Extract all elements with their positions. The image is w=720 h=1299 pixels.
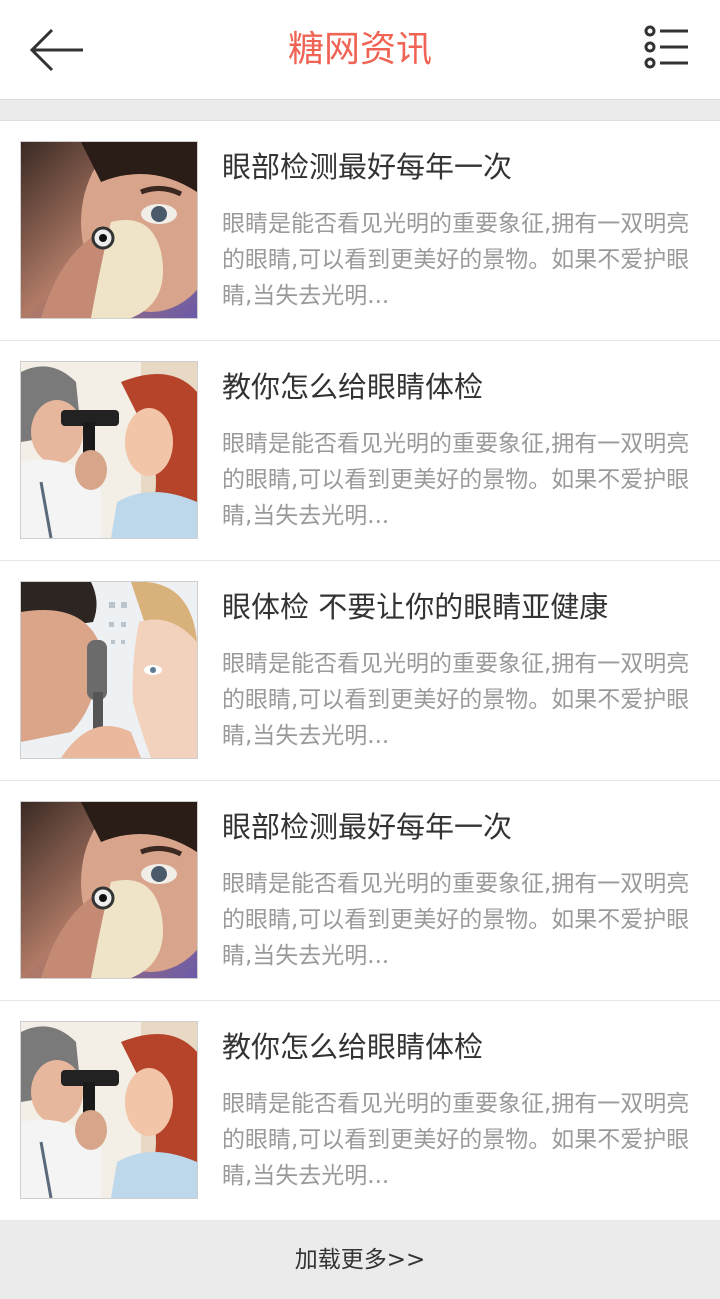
article-summary: 眼睛是能否看见光明的重要象征,拥有一双明亮的眼睛,可以看到更美好的景物。如果不爱… (222, 871, 690, 969)
eye-exam-closeup-photo (21, 142, 197, 318)
article-thumbnail (20, 801, 198, 979)
article-summary: 眼睛是能否看见光明的重要象征,拥有一双明亮的眼睛,可以看到更美好的景物。如果不爱… (222, 431, 690, 529)
section-divider (0, 100, 720, 121)
top-navigation-bar: 糖网资讯 (0, 0, 720, 100)
article-summary: 眼睛是能否看见光明的重要象征,拥有一双明亮的眼睛,可以看到更美好的景物。如果不爱… (222, 651, 690, 749)
doctor-examining-woman-eye-photo (21, 1022, 197, 1198)
menu-button[interactable] (644, 24, 690, 70)
article-item[interactable]: 眼部检测最好每年一次 眼睛是能否看见光明的重要象征,拥有一双明亮的眼睛,可以看到… (0, 781, 720, 1001)
article-thumbnail (20, 581, 198, 759)
doctor-examining-woman-eye-photo (21, 362, 197, 538)
article-thumbnail (20, 141, 198, 319)
article-summary: 眼睛是能否看见光明的重要象征,拥有一双明亮的眼睛,可以看到更美好的景物。如果不爱… (222, 1091, 690, 1189)
article-item[interactable]: 教你怎么给眼睛体检 眼睛是能否看见光明的重要象征,拥有一双明亮的眼睛,可以看到更… (0, 1001, 720, 1221)
list-menu-icon (644, 25, 688, 69)
article-thumbnail (20, 1021, 198, 1199)
article-title[interactable]: 教你怎么给眼睛体检 (222, 1027, 700, 1067)
article-item[interactable]: 教你怎么给眼睛体检 眼睛是能否看见光明的重要象征,拥有一双明亮的眼睛,可以看到更… (0, 341, 720, 561)
article-item[interactable]: 眼部检测最好每年一次 眼睛是能否看见光明的重要象征,拥有一双明亮的眼睛,可以看到… (0, 121, 720, 341)
page-title: 糖网资讯 (287, 29, 432, 70)
article-title[interactable]: 眼部检测最好每年一次 (222, 147, 700, 187)
article-title[interactable]: 眼部检测最好每年一次 (222, 807, 700, 847)
load-more-button[interactable]: 加载更多>> (0, 1221, 720, 1299)
article-item[interactable]: 眼体检 不要让你的眼睛亚健康 眼睛是能否看见光明的重要象征,拥有一双明亮的眼睛,… (0, 561, 720, 781)
ophthalmoscope-exam-photo (21, 582, 197, 758)
article-summary: 眼睛是能否看见光明的重要象征,拥有一双明亮的眼睛,可以看到更美好的景物。如果不爱… (222, 211, 690, 309)
article-title[interactable]: 眼体检 不要让你的眼睛亚健康 (222, 587, 700, 627)
article-list: 眼部检测最好每年一次 眼睛是能否看见光明的重要象征,拥有一双明亮的眼睛,可以看到… (0, 121, 720, 1221)
article-thumbnail (20, 361, 198, 539)
article-title[interactable]: 教你怎么给眼睛体检 (222, 367, 700, 407)
eye-exam-closeup-photo (21, 802, 197, 978)
